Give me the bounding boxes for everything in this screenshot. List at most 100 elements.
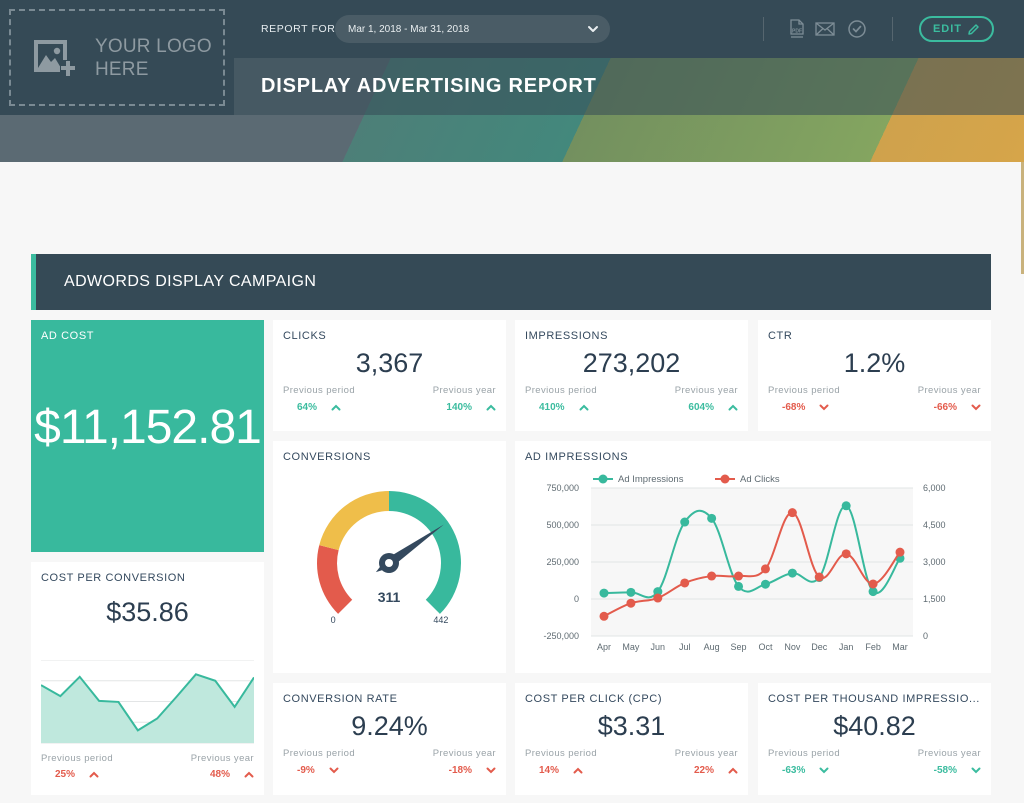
data-point[interactable] [707, 513, 717, 523]
gauge-band [319, 491, 389, 551]
prev-year-label: Previous year [917, 748, 981, 759]
conversions-gauge: 311 0 442 [317, 491, 461, 625]
prev-period-label: Previous period [525, 748, 598, 759]
prev-period-value: -68% [782, 402, 806, 413]
gauge-band [317, 545, 353, 614]
data-point[interactable] [787, 568, 797, 578]
x-tick-label: Mar [892, 642, 908, 652]
chevron-down-icon [819, 767, 829, 774]
clicks-card: CLICKS 3,367 Previous period Previous year 6… [273, 320, 506, 431]
prev-year-value: 48% [209, 769, 230, 780]
section-title: ADWORDS DISPLAY CAMPAIGN [64, 273, 317, 290]
prev-period-label: Previous period [768, 748, 841, 759]
x-tick-label: May [622, 642, 640, 652]
data-point[interactable] [734, 571, 744, 581]
chevron-up-icon [244, 771, 254, 778]
y-left-tick-label: 0 [574, 594, 579, 604]
y-right-tick-label: 3,000 [923, 557, 946, 567]
kpi-value: 9.24% [351, 711, 428, 741]
chevron-up-icon [573, 767, 583, 774]
y-right-tick-label: 4,500 [923, 520, 946, 530]
chevron-down-icon [486, 767, 496, 774]
prev-period-change: -63% [782, 765, 829, 776]
data-point[interactable] [841, 549, 851, 559]
report-for-label: REPORT FOR [261, 23, 336, 35]
ad-cost-title: AD COST [41, 330, 95, 342]
chevron-up-icon [579, 404, 589, 411]
prev-year-value: 604% [688, 402, 714, 413]
legend-marker [598, 474, 608, 484]
x-tick-label: Jan [839, 642, 854, 652]
data-point[interactable] [680, 578, 690, 588]
data-point[interactable] [895, 547, 905, 557]
edit-label: EDIT [932, 23, 963, 35]
data-point[interactable] [680, 517, 690, 527]
date-range-select[interactable]: Mar 1, 2018 - Mar 31, 2018 [335, 15, 610, 43]
x-tick-label: Dec [811, 642, 828, 652]
ctr-card: CTR 1.2% Previous period Previous year -68% -… [758, 320, 991, 431]
cpc-card: COST PER CLICK (CPC) $3.31 Previous period… [515, 683, 748, 795]
y-left-tick-label: -250,000 [543, 631, 579, 641]
x-tick-label: Jul [679, 642, 691, 652]
data-point[interactable] [626, 598, 636, 608]
data-point[interactable] [707, 571, 717, 581]
gauge-value: 311 [378, 589, 401, 605]
prev-period-label: Previous period [283, 385, 356, 396]
data-point[interactable] [599, 611, 609, 621]
data-point[interactable] [787, 508, 797, 518]
prev-period-value: 410% [539, 402, 565, 413]
impressions-card: IMPRESSIONS 273,202 Previous period Previou… [515, 320, 748, 431]
check-circle-icon[interactable] [846, 18, 868, 40]
data-point[interactable] [599, 588, 609, 598]
pdf-icon[interactable]: PDF [786, 18, 808, 40]
legend-label[interactable]: Ad Impressions [618, 474, 684, 485]
gauge-min-label: 0 [331, 615, 336, 625]
conversions-title: CONVERSIONS [283, 451, 371, 463]
data-point[interactable] [868, 579, 878, 589]
prev-period-change: 25% [55, 769, 99, 780]
prev-period-change: -9% [297, 765, 339, 776]
data-point[interactable] [653, 593, 663, 603]
prev-year-value: -66% [933, 402, 957, 413]
logo-panel: YOUR LOGO HERE [0, 0, 234, 115]
y-right-tick-label: 1,500 [923, 594, 946, 604]
logo-placeholder[interactable]: YOUR LOGO HERE [9, 9, 225, 106]
conversions-card: CONVERSIONS 311 0 442 [273, 441, 506, 673]
data-point[interactable] [841, 501, 851, 511]
prev-year-change: 48% [210, 769, 254, 780]
cost-per-conversion-card: COST PER CONVERSION $35.86 Previous peri… [31, 562, 264, 795]
logo-text-line1: YOUR LOGO [95, 35, 212, 57]
data-point[interactable] [760, 564, 770, 574]
svg-text:PDF: PDF [792, 29, 802, 35]
prev-period-change: -68% [782, 402, 829, 413]
cpm-card: COST PER THOUSAND IMPRESSIO... $40.82 Prev… [758, 683, 991, 795]
prev-period-value: 25% [55, 769, 76, 780]
prev-period-value: -63% [782, 765, 806, 776]
prev-period-change: 410% [539, 402, 589, 413]
edit-button[interactable]: EDIT [919, 16, 994, 42]
logo-text-line2: HERE [95, 58, 149, 80]
prev-period-value: 64% [297, 402, 318, 413]
x-tick-label: Oct [758, 642, 773, 652]
prev-year-label: Previous year [432, 748, 496, 759]
gauge-max-label: 442 [433, 615, 448, 625]
data-point[interactable] [626, 587, 636, 597]
prev-period-value: 14% [539, 765, 560, 776]
data-point[interactable] [734, 581, 744, 591]
pencil-icon [968, 23, 979, 35]
ad-cost-value: $11,152.81 [34, 401, 262, 454]
data-point[interactable] [814, 572, 824, 582]
legend-label[interactable]: Ad Clicks [740, 474, 780, 485]
kpi-value: $40.82 [833, 711, 916, 741]
prev-year-value: 140% [446, 402, 472, 413]
x-tick-label: Apr [597, 642, 611, 652]
mail-icon[interactable] [814, 18, 836, 40]
legend-marker [720, 474, 730, 484]
cost-per-conversion-title: COST PER CONVERSION [41, 572, 186, 584]
x-tick-label: Feb [865, 642, 881, 652]
header-divider [763, 17, 764, 41]
prev-year-label: Previous year [674, 385, 738, 396]
y-left-tick-label: 750,000 [546, 483, 579, 493]
chevron-down-icon [819, 404, 829, 411]
data-point[interactable] [760, 579, 770, 589]
